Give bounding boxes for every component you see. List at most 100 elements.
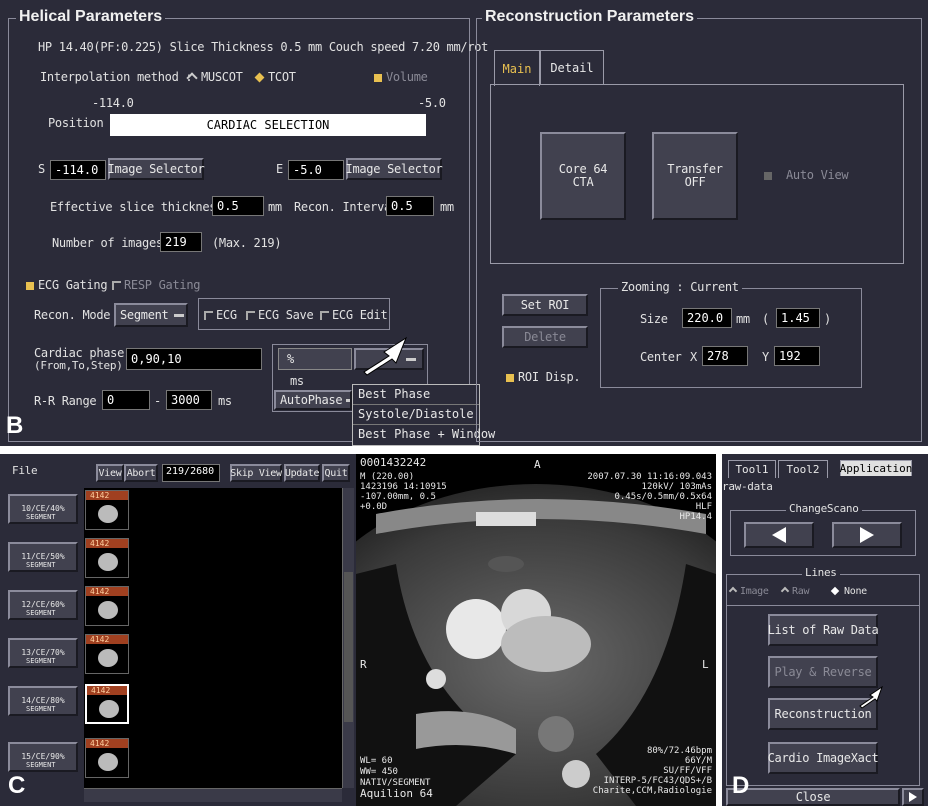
position-max: -5.0 <box>418 96 446 110</box>
center-y-field[interactable]: 192 <box>774 346 820 366</box>
size-field[interactable]: 220.0 <box>682 308 732 328</box>
skip-view-button[interactable]: Skip View <box>230 464 282 482</box>
volume-toggle[interactable]: Volume <box>374 70 428 84</box>
tab-main-label: Main <box>502 61 532 76</box>
lines-image-option[interactable]: Image <box>728 586 769 597</box>
ecg-edit-checkbox[interactable]: ECG Edit <box>320 308 388 322</box>
list-raw-data-button[interactable]: List of Raw Data <box>768 614 879 646</box>
recon-mode-dropdown[interactable]: Segment <box>114 303 188 327</box>
tab-detail[interactable]: Detail <box>540 50 604 84</box>
rr-unit: ms <box>218 394 232 408</box>
rr-to-field[interactable]: 3000 <box>166 390 212 410</box>
e-image-selector-button[interactable]: Image Selector <box>346 158 443 180</box>
auto-view-label: Auto View <box>786 168 849 182</box>
helical-parameters-title: Helical Parameters <box>16 8 166 26</box>
rr-from-field[interactable]: 0 <box>102 390 150 410</box>
close-button[interactable]: Close <box>726 788 900 806</box>
ecg-save-checkbox[interactable]: ECG Save <box>246 308 314 322</box>
cardiac-phase-field[interactable]: 0,90,10 <box>126 348 262 370</box>
zoom-paren-close: ) <box>824 312 831 326</box>
indicator-icon <box>374 73 382 82</box>
file-menu[interactable]: File <box>12 464 38 477</box>
ecg-checkbox-label: ECG <box>216 308 237 322</box>
abort-button[interactable]: Abort <box>124 464 158 482</box>
checkbox-icon <box>112 281 121 290</box>
ct-thumbnail[interactable]: 4142 <box>85 738 129 778</box>
recon-interval-unit: mm <box>440 200 454 214</box>
menu-item-best-phase-window[interactable]: Best Phase + Window <box>353 425 495 445</box>
position-value: CARDIAC SELECTION <box>206 118 330 132</box>
thumb-header: 4142 <box>86 739 128 748</box>
transfer-off-button[interactable]: Transfer OFF <box>652 132 738 220</box>
autophase-dropdown[interactable]: AutoPhase <box>274 390 352 410</box>
center-x-field[interactable]: 278 <box>702 346 748 366</box>
unit-pct-selected[interactable]: % <box>278 348 352 370</box>
thumb-scan <box>99 700 119 718</box>
cardio-imagexact-button[interactable]: Cardio ImageXact <box>768 742 879 774</box>
helical-summary: HP 14.40(PF:0.225) Slice Thickness 0.5 m… <box>38 40 489 54</box>
ct-info-topleft-5: +0.0D <box>360 502 388 512</box>
tab-tool1[interactable]: Tool1 <box>728 460 776 478</box>
tab-application[interactable]: Application <box>840 460 912 476</box>
zoom-factor-field[interactable]: 1.45 <box>776 308 820 328</box>
lines-none-option[interactable]: None <box>830 586 867 597</box>
series-sublabel: SEGMENT <box>26 657 56 665</box>
update-button[interactable]: Update <box>284 464 320 482</box>
orientation-anterior: A <box>534 458 541 471</box>
ct-info-bottomright-4: INTERP-5/FC43/QDS+/B <box>603 776 712 786</box>
play-reverse-button[interactable]: Play & Reverse <box>768 656 878 688</box>
ecg-checkbox[interactable]: ECG <box>204 308 237 322</box>
horizontal-scrollbar[interactable] <box>84 788 342 802</box>
tab-main[interactable]: Main <box>494 50 540 86</box>
lines-raw-option[interactable]: Raw <box>780 586 809 597</box>
ct-info-bottomright-5: Charite,CCM,Radiologie <box>592 786 712 796</box>
position-bar[interactable]: CARDIAC SELECTION <box>110 114 426 136</box>
effective-thickness-field[interactable]: 0.5 <box>212 196 264 216</box>
ct-info-bottomright-3: SU/FF/VFF <box>663 766 712 776</box>
effective-thickness-label: Effective slice thickness <box>50 200 224 214</box>
s-field[interactable]: -114.0 <box>50 160 106 180</box>
auto-view-checkbox[interactable]: Auto View <box>764 168 849 182</box>
interp-muscot-option[interactable]: MUSCOT <box>186 70 243 84</box>
set-roi-button[interactable]: Set ROI <box>502 294 588 316</box>
ecg-gating-toggle[interactable]: ECG Gating <box>26 278 108 292</box>
scrollbar-thumb[interactable] <box>344 572 353 722</box>
vertical-scrollbar[interactable] <box>342 488 354 788</box>
orientation-right: R <box>360 658 367 671</box>
transfer-off-label: OFF <box>684 175 706 189</box>
recon-interval-field[interactable]: 0.5 <box>386 196 434 216</box>
autophase-label: AutoPhase <box>280 393 343 407</box>
ecg-edit-checkbox-label: ECG Edit <box>332 308 388 322</box>
checkbox-icon <box>246 311 255 320</box>
number-of-images-field[interactable]: 219 <box>160 232 202 252</box>
delete-button[interactable]: Delete <box>502 326 588 348</box>
close-arrow-button[interactable] <box>902 788 924 806</box>
number-of-images-max: (Max. 219) <box>212 236 282 250</box>
panel-d-letter: D <box>732 772 750 799</box>
view-button[interactable]: View <box>96 464 124 482</box>
ct-thumbnail[interactable]: 4142 <box>85 586 129 626</box>
quit-button[interactable]: Quit <box>322 464 350 482</box>
ct-info-bottomright-1: 80%/72.46bpm <box>646 746 712 756</box>
tab-tool2[interactable]: Tool2 <box>778 460 828 478</box>
ct-thumbnail-selected[interactable]: 4142 <box>85 684 129 724</box>
interp-tcot-option[interactable]: TCOT <box>254 70 296 84</box>
roi-disp-toggle[interactable]: ROI Disp. <box>506 370 581 384</box>
thumb-scan <box>98 649 118 667</box>
autophase-menu: Best Phase Systole/Diastole Best Phase +… <box>352 384 495 446</box>
e-field[interactable]: -5.0 <box>288 160 344 180</box>
core64-cta-button[interactable]: Core 64 CTA <box>540 132 626 220</box>
ct-thumbnail[interactable]: 4142 <box>85 634 129 674</box>
scano-next-button[interactable] <box>832 522 902 548</box>
menu-item-best-phase[interactable]: Best Phase <box>353 385 479 405</box>
unit-ms-option[interactable]: ms <box>290 374 304 388</box>
ct-image-viewport[interactable]: 0001432242 A R L M (220.00) 1423196 14:1… <box>356 454 716 806</box>
change-scano-title: ChangeScano <box>786 502 862 515</box>
menu-item-systole-diastole[interactable]: Systole/Diastole <box>353 405 479 425</box>
zoom-paren-open: ( <box>762 312 769 326</box>
ct-thumbnail[interactable]: 4142 <box>85 538 129 578</box>
s-image-selector-button[interactable]: Image Selector <box>108 158 205 180</box>
resp-gating-toggle[interactable]: RESP Gating <box>112 278 200 292</box>
scano-prev-button[interactable] <box>744 522 814 548</box>
ct-thumbnail[interactable]: 4142 <box>85 490 129 530</box>
